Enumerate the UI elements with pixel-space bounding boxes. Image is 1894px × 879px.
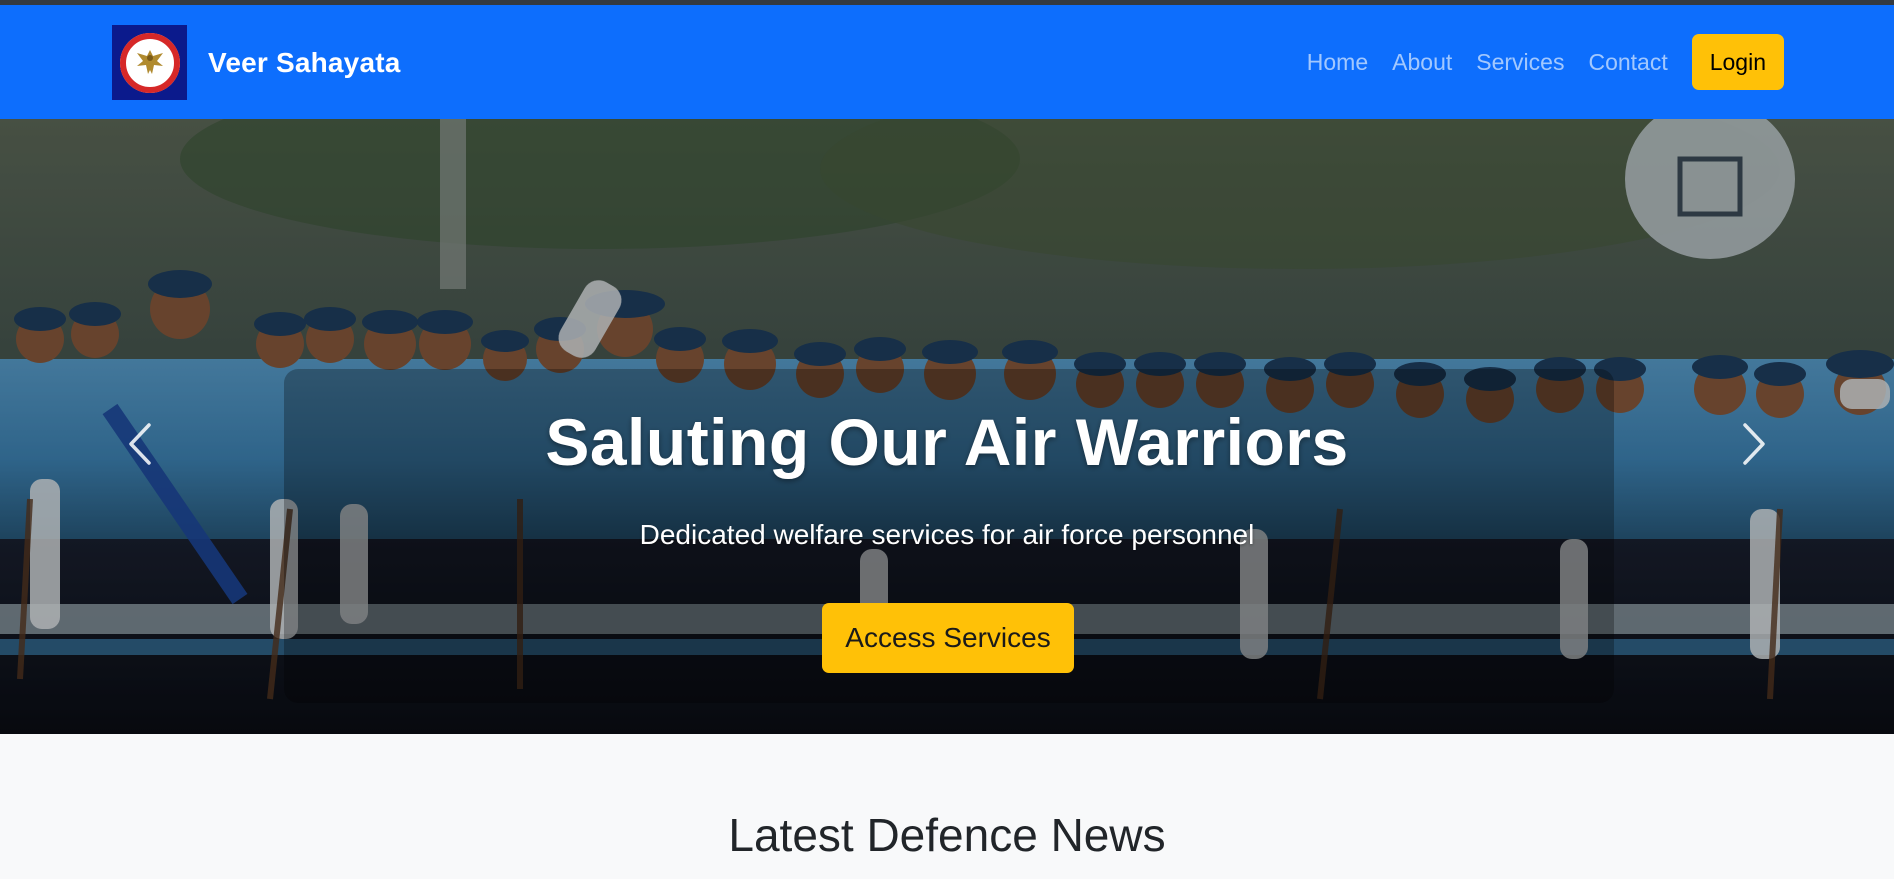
nav-link-home[interactable]: Home (1307, 49, 1368, 76)
hero-title: Saluting Our Air Warriors (545, 405, 1349, 479)
navbar: Veer Sahayata Home About Services Contac… (0, 5, 1894, 119)
carousel-prev-button[interactable] (110, 399, 170, 489)
brand-link[interactable]: Veer Sahayata (112, 25, 401, 100)
news-section-heading: Latest Defence News (728, 809, 1166, 861)
carousel-next-button[interactable] (1724, 399, 1784, 489)
login-button[interactable]: Login (1691, 34, 1784, 90)
nav-link-about[interactable]: About (1392, 49, 1452, 76)
chevron-right-icon (1743, 423, 1765, 465)
chevron-left-icon (129, 423, 151, 465)
hero-carousel: Saluting Our Air Warriors Dedicated welf… (0, 119, 1894, 734)
brand-name: Veer Sahayata (208, 46, 401, 78)
nav-link-contact[interactable]: Contact (1588, 49, 1667, 76)
nav-links: Home About Services Contact Login (1307, 5, 1894, 119)
eagle-emblem-icon (112, 25, 187, 100)
nav-link-services[interactable]: Services (1476, 49, 1564, 76)
access-services-button[interactable]: Access Services (822, 603, 1074, 673)
hero-subtitle: Dedicated welfare services for air force… (639, 519, 1255, 550)
